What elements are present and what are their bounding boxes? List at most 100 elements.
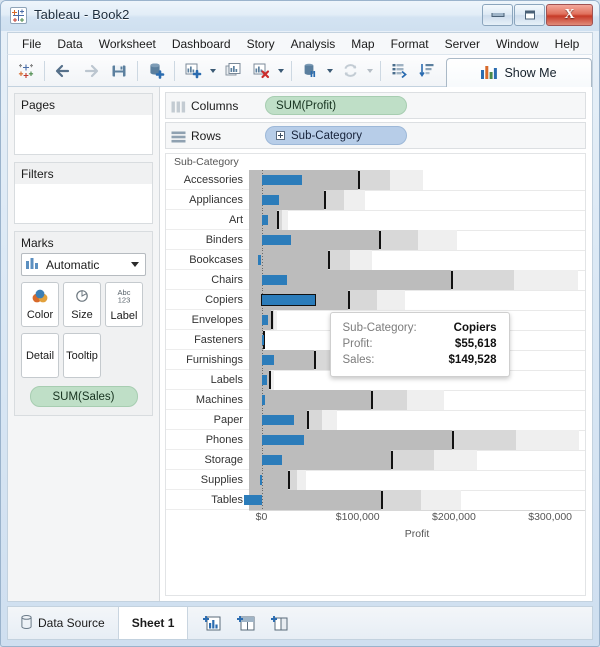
row-label[interactable]: Envelopes	[166, 310, 249, 330]
chevron-down-icon	[131, 262, 139, 267]
row-label[interactable]: Chairs	[166, 270, 249, 290]
chart-row[interactable]	[249, 190, 585, 211]
marks-color-button[interactable]: Color	[21, 282, 59, 327]
menu-help[interactable]: Help	[547, 35, 588, 53]
new-worksheet-tab-button[interactable]	[200, 611, 224, 635]
profit-bar[interactable]	[262, 275, 288, 285]
row-label[interactable]: Labels	[166, 370, 249, 390]
chart-row[interactable]	[249, 470, 585, 491]
chart-row[interactable]	[249, 450, 585, 471]
row-label[interactable]: Accessories	[166, 170, 249, 190]
pages-card[interactable]: Pages	[14, 93, 153, 155]
abc-123-icon: Abc123	[113, 287, 135, 308]
chart-row[interactable]	[249, 170, 585, 191]
row-label[interactable]: Tables	[166, 490, 249, 510]
new-tab-buttons	[188, 607, 304, 639]
new-worksheet-dropdown-caret[interactable]	[207, 58, 219, 84]
chart-row[interactable]	[249, 210, 585, 231]
mark-type-dropdown[interactable]: Automatic	[21, 253, 146, 276]
marks-tooltip-button[interactable]: Tooltip	[63, 333, 101, 378]
menu-dashboard[interactable]: Dashboard	[164, 35, 239, 53]
refresh-dropdown-caret[interactable]	[364, 58, 376, 84]
close-button[interactable]: X	[546, 4, 593, 26]
rows-shelf[interactable]: Rows Sub-Category	[165, 122, 586, 149]
pause-updates-dropdown-caret[interactable]	[324, 58, 336, 84]
new-data-source-button[interactable]	[142, 57, 170, 85]
new-story-tab-button[interactable]	[268, 611, 292, 635]
data-source-tab[interactable]: Data Source	[8, 607, 119, 639]
menu-story[interactable]: Story	[239, 35, 283, 53]
row-label[interactable]: Copiers	[166, 290, 249, 310]
row-label[interactable]: Furnishings	[166, 350, 249, 370]
profit-bar[interactable]	[262, 215, 268, 225]
profit-bar[interactable]	[262, 295, 316, 305]
row-label[interactable]: Bookcases	[166, 250, 249, 270]
refresh-button[interactable]	[336, 57, 364, 85]
filters-card[interactable]: Filters	[14, 162, 153, 224]
pill-sub-category[interactable]: Sub-Category	[265, 126, 407, 145]
profit-bar[interactable]	[262, 435, 305, 445]
row-label[interactable]: Appliances	[166, 190, 249, 210]
marks-size-button[interactable]: Size	[63, 282, 101, 327]
pause-updates-button[interactable]	[296, 57, 324, 85]
menu-data[interactable]: Data	[49, 35, 90, 53]
show-me-button[interactable]: Show Me	[446, 58, 592, 87]
marks-label-button[interactable]: Abc123 Label	[105, 282, 143, 327]
clear-sheet-dropdown-caret[interactable]	[275, 58, 287, 84]
profit-bar[interactable]	[262, 355, 275, 365]
menu-worksheet[interactable]: Worksheet	[91, 35, 164, 53]
columns-shelf[interactable]: Columns SUM(Profit)	[165, 92, 586, 119]
profit-bar[interactable]	[262, 235, 291, 245]
pill-sum-profit[interactable]: SUM(Profit)	[265, 96, 407, 115]
duplicate-sheet-button[interactable]	[219, 57, 247, 85]
row-label[interactable]: Storage	[166, 450, 249, 470]
marks-pill-sum-sales[interactable]: SUM(Sales)	[30, 386, 138, 407]
profit-bar[interactable]	[258, 255, 261, 265]
menu-file[interactable]: File	[14, 35, 49, 53]
chart-row[interactable]	[249, 250, 585, 271]
chart-row[interactable]	[249, 290, 585, 311]
chart-row[interactable]	[249, 490, 585, 511]
profit-bar[interactable]	[262, 415, 295, 425]
save-button[interactable]	[105, 57, 133, 85]
forward-button[interactable]	[77, 57, 105, 85]
menu-analysis[interactable]: Analysis	[283, 35, 344, 53]
tableau-logo-button[interactable]	[12, 57, 40, 85]
profit-bar[interactable]	[262, 395, 265, 405]
profit-bar[interactable]	[262, 195, 279, 205]
menu-window[interactable]: Window	[488, 35, 547, 53]
sort-descending-button[interactable]	[413, 57, 441, 85]
menu-server[interactable]: Server	[437, 35, 488, 53]
profit-bar[interactable]	[262, 455, 282, 465]
maximize-button[interactable]	[514, 4, 545, 26]
new-dashboard-tab-button[interactable]	[234, 611, 258, 635]
chart-row[interactable]	[249, 230, 585, 251]
row-label[interactable]: Supplies	[166, 470, 249, 490]
swap-rows-columns-button[interactable]	[385, 57, 413, 85]
profit-bar[interactable]	[260, 475, 262, 485]
chart-row[interactable]	[249, 410, 585, 431]
row-label[interactable]: Binders	[166, 230, 249, 250]
marks-detail-button[interactable]: Detail	[21, 333, 59, 378]
profit-bar[interactable]	[262, 315, 269, 325]
row-label[interactable]: Fasteners	[166, 330, 249, 350]
menu-map[interactable]: Map	[343, 35, 382, 53]
expand-plus-icon[interactable]	[276, 131, 285, 140]
profit-bar[interactable]	[262, 375, 267, 385]
chart-row[interactable]	[249, 390, 585, 411]
minimize-button[interactable]	[482, 4, 513, 26]
profit-bar[interactable]	[262, 335, 264, 345]
row-label[interactable]: Art	[166, 210, 249, 230]
chart-row[interactable]	[249, 270, 585, 291]
row-label[interactable]: Phones	[166, 430, 249, 450]
row-label[interactable]: Machines	[166, 390, 249, 410]
new-worksheet-button[interactable]	[179, 57, 207, 85]
chart-row[interactable]	[249, 430, 585, 451]
profit-bar[interactable]	[244, 495, 261, 505]
profit-bar[interactable]	[262, 175, 302, 185]
back-button[interactable]	[49, 57, 77, 85]
clear-sheet-button[interactable]	[247, 57, 275, 85]
sheet-tab-sheet1[interactable]: Sheet 1	[119, 607, 189, 639]
menu-format[interactable]: Format	[383, 35, 437, 53]
row-label[interactable]: Paper	[166, 410, 249, 430]
